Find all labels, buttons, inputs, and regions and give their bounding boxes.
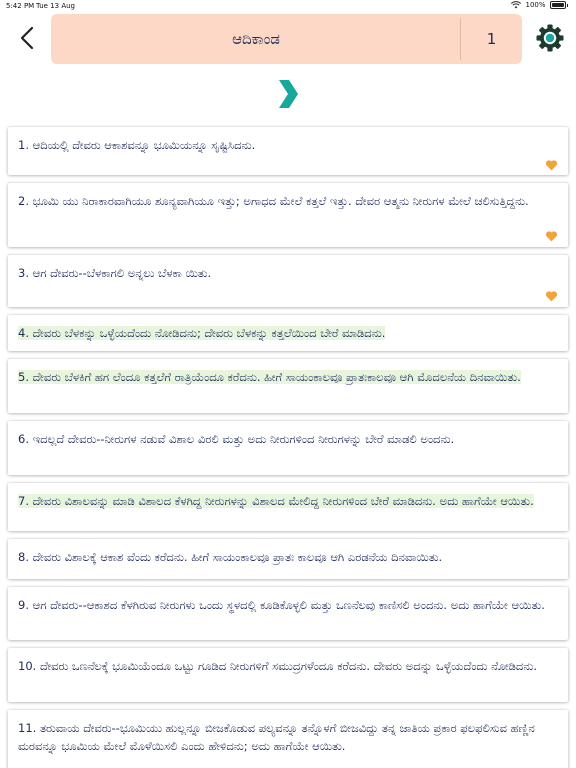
status-date: Tue 13 Aug <box>36 2 75 10</box>
verse-text-content: 3. ಆಗ ದೇವರು--ಬೆಳಕಾಗಲಿ ಅನ್ನಲು ಬೆಳಕಾ ಯಿತು. <box>18 266 212 280</box>
verse-text: 4. ದೇವರು ಬೆಳಕನ್ನು ಒಳ್ಳೆಯದೆಂದು ನೋಡಿದನು; ದ… <box>18 324 546 342</box>
verse-card-8[interactable]: 8. ದೇವರು ವಿಶಾಲಕ್ಕೆ ಆಕಾಶ ವೆಂದು ಕರೆದನು. ಹೀ… <box>8 539 568 579</box>
chevron-left-icon <box>20 26 34 50</box>
verse-card-9[interactable]: 9. ಆಗ ದೇವರು--ಆಕಾಶದ ಕೆಳಗಿರುವ ನೀರುಗಳು ಒಂದು… <box>8 587 568 640</box>
gear-icon <box>536 24 564 52</box>
verse-text-content: 5. ದೇವರು ಬೆಳಕಿಗೆ ಹಗ ಲೆಂದೂ ಕತ್ತಲೆಗೆ ರಾತ್ರ… <box>18 370 521 384</box>
book-selector[interactable]: ಆದಿಕಾಂಡ <box>51 14 461 64</box>
chapter-selector[interactable]: 1 <box>461 14 522 64</box>
heart-icon[interactable] <box>545 230 558 242</box>
verse-card-11[interactable]: 11. ತರುವಾಯ ದೇವರು--ಭೂಮಿಯು ಹುಲ್ಲನ್ನೂ ಬೀಜಕೊ… <box>8 710 568 768</box>
heart-icon[interactable] <box>545 290 558 302</box>
verse-card-1[interactable]: 1. ಆದಿಯಲ್ಲಿ ದೇವರು ಆಕಾಶವನ್ನೂ ಭೂಮಿಯನ್ನೂ ಸೃ… <box>8 127 568 175</box>
verse-text: 8. ದೇವರು ವಿಶಾಲಕ್ಕೆ ಆಕಾಶ ವೆಂದು ಕರೆದನು. ಹೀ… <box>18 548 546 566</box>
verse-card-6[interactable]: 6. ಇದಲ್ಲದೆ ದೇವರು--ನೀರುಗಳ ನಡುವೆ ವಿಶಾಲ ವಿರ… <box>8 421 568 475</box>
verse-text: 11. ತರುವಾಯ ದೇವರು--ಭೂಮಿಯು ಹುಲ್ಲನ್ನೂ ಬೀಜಕೊ… <box>18 719 546 755</box>
verse-text-content: 11. ತರುವಾಯ ದೇವರು--ಭೂಮಿಯು ಹುಲ್ಲನ್ನೂ ಬೀಜಕೊ… <box>18 721 535 753</box>
verse-text-content: 8. ದೇವರು ವಿಶಾಲಕ್ಕೆ ಆಕಾಶ ವೆಂದು ಕರೆದನು. ಹೀ… <box>18 550 443 564</box>
verse-text-content: 7. ದೇವರು ವಿಶಾಲವನ್ನು ಮಾಡಿ ವಿಶಾಲದ ಕೆಳಗಿದ್ದ… <box>18 494 534 508</box>
verse-text-content: 2. ಭೂಮಿ ಯು ನಿರಾಕಾರವಾಗಿಯೂ ಶೂನ್ಯವಾಗಿಯೂ ಇತ್… <box>18 194 529 208</box>
verse-card-3[interactable]: 3. ಆಗ ದೇವರು--ಬೆಳಕಾಗಲಿ ಅನ್ನಲು ಬೆಳಕಾ ಯಿತು. <box>8 255 568 307</box>
verse-card-7[interactable]: 7. ದೇವರು ವಿಶಾಲವನ್ನು ಮಾಡಿ ವಿಶಾಲದ ಕೆಳಗಿದ್ದ… <box>8 483 568 531</box>
battery-icon <box>549 1 566 9</box>
verse-text-content: 9. ಆಗ ದೇವರು--ಆಕಾಶದ ಕೆಳಗಿರುವ ನೀರುಗಳು ಒಂದು… <box>18 598 545 612</box>
wifi-icon <box>511 1 522 9</box>
battery-percent: 100% <box>525 1 546 9</box>
verse-text: 6. ಇದಲ್ಲದೆ ದೇವರು--ನೀರುಗಳ ನಡುವೆ ವಿಶಾಲ ವಿರ… <box>18 430 546 448</box>
verse-text-content: 6. ಇದಲ್ಲದೆ ದೇವರು--ನೀರುಗಳ ನಡುವೆ ವಿಶಾಲ ವಿರ… <box>18 432 455 446</box>
verse-text-content: 1. ಆದಿಯಲ್ಲಿ ದೇವರು ಆಕಾಶವನ್ನೂ ಭೂಮಿಯನ್ನೂ ಸೃ… <box>18 138 256 152</box>
status-right: 100% <box>511 1 568 9</box>
verse-text-content: 4. ದೇವರು ಬೆಳಕನ್ನು ಒಳ್ಳೆಯದೆಂದು ನೋಡಿದನು; ದ… <box>18 326 386 340</box>
verse-card-2[interactable]: 2. ಭೂಮಿ ಯು ನಿರಾಕಾರವಾಗಿಯೂ ಶೂನ್ಯವಾಗಿಯೂ ಇತ್… <box>8 183 568 247</box>
status-bar: 5:42 PM Tue 13 Aug 100% <box>0 0 576 12</box>
verse-card-10[interactable]: 10. ದೇವರು ಒಣನೆಲಕ್ಕೆ ಭೂಮಿಯೆಂದೂ ಒಟ್ಟು ಗೂಡಿ… <box>8 648 568 702</box>
heart-icon[interactable] <box>545 159 558 171</box>
verse-text: 10. ದೇವರು ಒಣನೆಲಕ್ಕೆ ಭೂಮಿಯೆಂದೂ ಒಟ್ಟು ಗೂಡಿ… <box>18 657 546 675</box>
verse-text-content: 10. ದೇವರು ಒಣನೆಲಕ್ಕೆ ಭೂಮಿಯೆಂದೂ ಒಟ್ಟು ಗೂಡಿ… <box>18 659 538 673</box>
verse-text: 3. ಆಗ ದೇವರು--ಬೆಳಕಾಗಲಿ ಅನ್ನಲು ಬೆಳಕಾ ಯಿತು. <box>18 264 546 282</box>
verse-text: 1. ಆದಿಯಲ್ಲಿ ದೇವರು ಆಕಾಶವನ್ನೂ ಭೂಮಿಯನ್ನೂ ಸೃ… <box>18 136 546 154</box>
verse-text: 9. ಆಗ ದೇವರು--ಆಕಾಶದ ಕೆಳಗಿರುವ ನೀರುಗಳು ಒಂದು… <box>18 596 546 614</box>
verse-card-4[interactable]: 4. ದೇವರು ಬೆಳಕನ್ನು ಒಳ್ಳೆಯದೆಂದು ನೋಡಿದನು; ದ… <box>8 315 568 351</box>
verse-card-5[interactable]: 5. ದೇವರು ಬೆಳಕಿಗೆ ಹಗ ಲೆಂದೂ ಕತ್ತಲೆಗೆ ರಾತ್ರ… <box>8 359 568 413</box>
chevron-right-icon <box>279 80 298 108</box>
settings-button[interactable] <box>535 23 565 53</box>
verse-text: 7. ದೇವರು ವಿಶಾಲವನ್ನು ಮಾಡಿ ವಿಶಾಲದ ಕೆಳಗಿದ್ದ… <box>18 492 546 510</box>
back-button[interactable] <box>14 22 40 54</box>
next-chapter-button[interactable] <box>276 78 300 110</box>
header-bar: ಆದಿಕಾಂಡ 1 <box>51 14 522 64</box>
status-time: 5:42 PM <box>6 2 35 10</box>
verse-text: 5. ದೇವರು ಬೆಳಕಿಗೆ ಹಗ ಲೆಂದೂ ಕತ್ತಲೆಗೆ ರಾತ್ರ… <box>18 368 546 386</box>
verse-text: 2. ಭೂಮಿ ಯು ನಿರಾಕಾರವಾಗಿಯೂ ಶೂನ್ಯವಾಗಿಯೂ ಇತ್… <box>18 192 546 210</box>
